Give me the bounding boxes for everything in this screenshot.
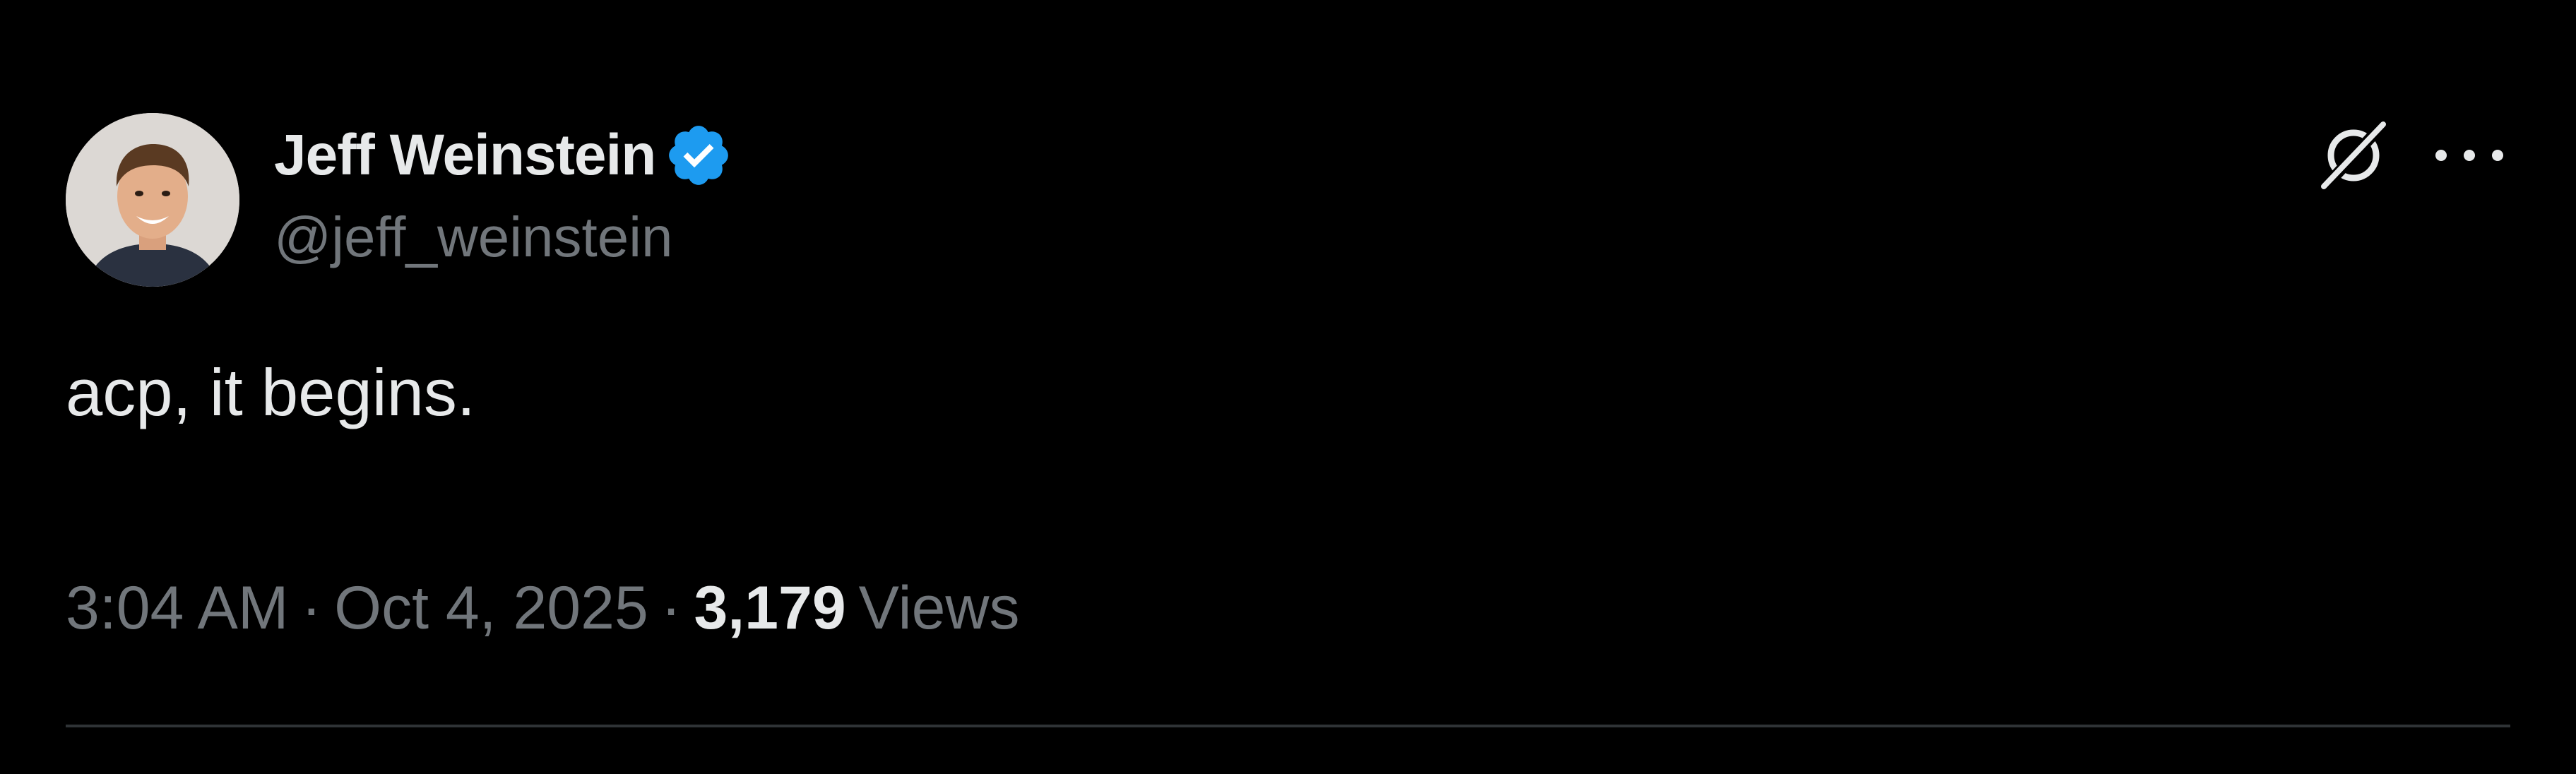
verified-badge-icon[interactable] (664, 121, 733, 190)
author-display-name[interactable]: Jeff Weinstein (274, 122, 656, 189)
avatar[interactable] (66, 113, 239, 287)
more-dot (2464, 150, 2475, 161)
author-name-row: Jeff Weinstein (274, 119, 733, 192)
tweet-date[interactable]: Oct 4, 2025 (334, 573, 648, 643)
avatar-image (66, 113, 239, 287)
tweet-card: Jeff Weinstein @jeff_weinstein acp, it b… (0, 0, 2576, 774)
divider (66, 725, 2510, 727)
tweet-text: acp, it begins. (66, 355, 476, 429)
more-dot (2435, 150, 2447, 161)
grok-icon[interactable] (2317, 119, 2390, 192)
tweet-time[interactable]: 3:04 AM (66, 573, 289, 643)
tweet-meta: 3:04 AM · Oct 4, 2025 · 3,179 Views (66, 573, 1020, 643)
views-label[interactable]: Views (859, 573, 1020, 643)
author-handle[interactable]: @jeff_weinstein (274, 205, 673, 270)
views-count[interactable]: 3,179 (694, 573, 845, 643)
meta-separator: · (301, 574, 322, 642)
more-dot (2492, 150, 2503, 161)
more-options-icon[interactable] (2435, 133, 2503, 178)
meta-separator: · (660, 574, 682, 642)
